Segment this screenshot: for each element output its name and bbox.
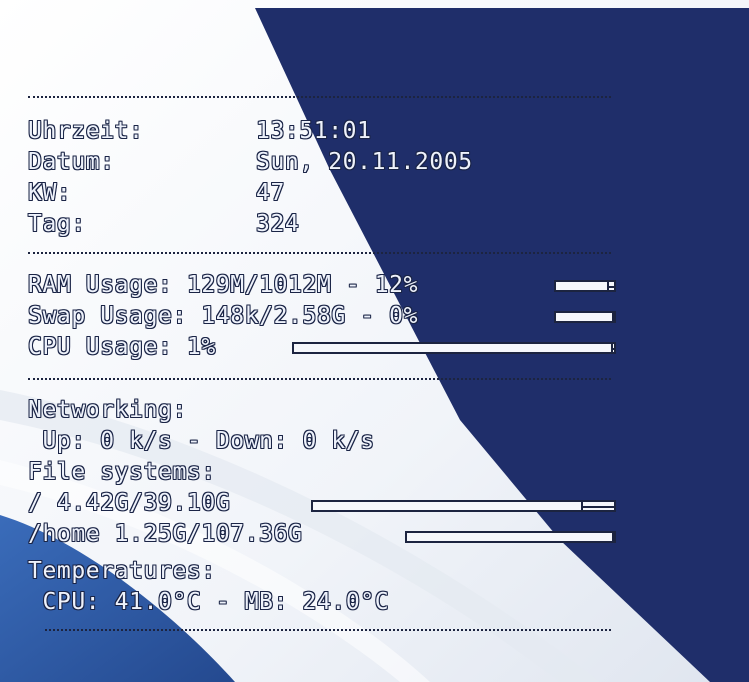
- filesystem-home-fill: [407, 533, 614, 541]
- day-label: Tag:: [28, 211, 86, 237]
- filesystems-heading: File systems:: [28, 459, 216, 485]
- swap-usage-bar: [554, 311, 616, 323]
- filesystem-root-bar: [311, 500, 616, 512]
- time-label: Uhrzeit:: [28, 118, 144, 144]
- networking-heading: Networking:: [28, 397, 187, 423]
- swap-usage-fill: [556, 313, 614, 321]
- ram-usage-bar-used-segment: [607, 282, 614, 288]
- filesystem-home-text: /home 1.25G/107.36G: [28, 521, 303, 547]
- day-value: 324: [256, 211, 300, 237]
- cpu-usage-bar-used-segment: [611, 344, 614, 350]
- separator-datetime: [28, 252, 611, 254]
- filesystem-root-fill: [313, 502, 583, 510]
- ram-usage-text: RAM Usage: 129M/1012M - 12%: [28, 272, 419, 298]
- temperature-values: CPU: 41.0°C - MB: 24.0°C: [28, 589, 390, 615]
- time-value: 13:51:01: [256, 118, 372, 144]
- week-value: 47: [256, 180, 285, 206]
- separator-bottom: [45, 629, 611, 631]
- separator-usage: [28, 378, 611, 380]
- cpu-usage-text: CPU Usage: 1%: [28, 334, 216, 360]
- network-speeds: Up: 0 k/s - Down: 0 k/s: [28, 428, 375, 454]
- swap-usage-text: Swap Usage: 148k/2.58G - 0%: [28, 303, 419, 329]
- date-label: Datum:: [28, 149, 115, 175]
- week-label: KW:: [28, 180, 72, 206]
- cpu-usage-bar: [292, 342, 616, 354]
- ram-usage-fill: [556, 282, 609, 290]
- conky-system-monitor: Uhrzeit: 13:51:01 Datum: Sun, 20.11.2005…: [0, 0, 749, 682]
- date-value: Sun, 20.11.2005: [256, 149, 473, 175]
- filesystem-home-bar: [405, 531, 616, 543]
- temperatures-heading: Temperatures:: [28, 558, 216, 584]
- cpu-usage-fill: [294, 344, 613, 352]
- filesystem-root-bar-used-segment: [581, 502, 614, 508]
- filesystem-root-text: / 4.42G/39.10G: [28, 490, 231, 516]
- separator-top: [28, 96, 611, 98]
- ram-usage-bar: [554, 280, 616, 292]
